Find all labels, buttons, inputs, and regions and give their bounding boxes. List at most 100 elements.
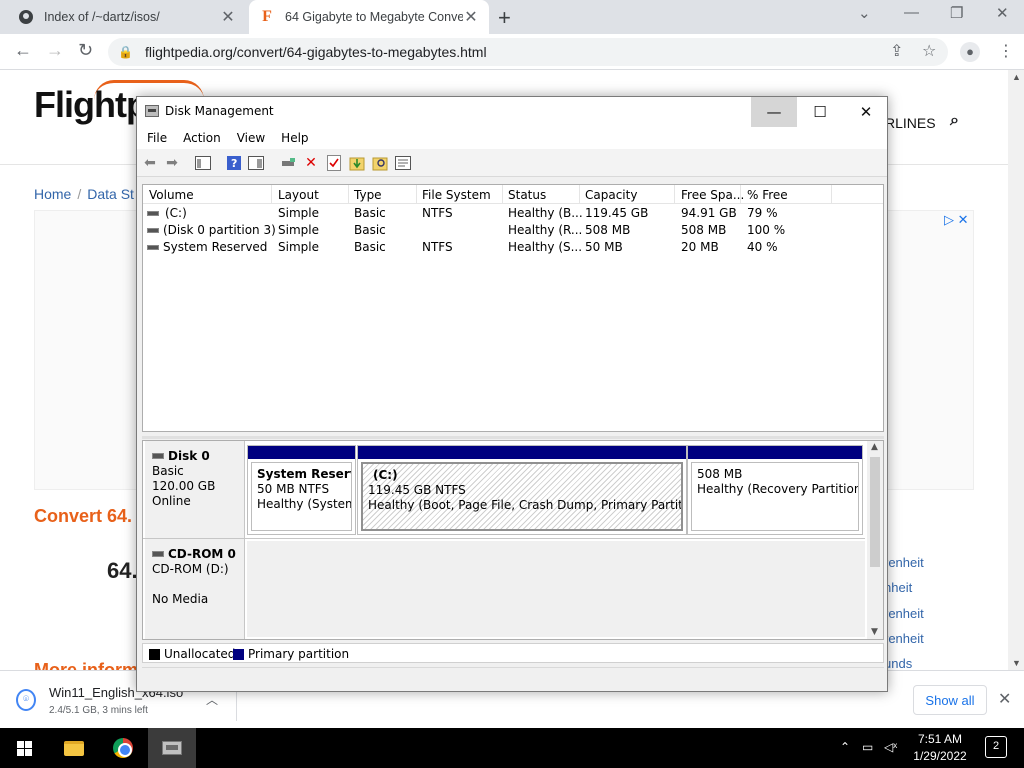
col-file-system[interactable]: File System [422, 188, 491, 202]
new-tab-icon[interactable]: + [498, 5, 511, 31]
address-bar[interactable]: 🔒 flightpedia.org/convert/64-gigabytes-t… [108, 38, 948, 66]
tab-close-icon[interactable]: ✕ [463, 7, 479, 27]
related-link[interactable]: renheit [884, 550, 924, 575]
share-icon[interactable]: ⇪ [890, 41, 903, 61]
disk-management-window: Disk Management — ☐ ✕ File Action View H… [136, 96, 888, 692]
scroll-up-icon[interactable]: ▲ [1012, 72, 1021, 82]
breadcrumb-data-storage[interactable]: Data St [87, 186, 134, 202]
menu-action[interactable]: Action [183, 127, 221, 149]
checklist-icon[interactable] [325, 154, 343, 172]
volume-type: Basic [354, 223, 386, 237]
taskbar-file-explorer[interactable] [50, 728, 98, 768]
settings-panel-icon[interactable] [394, 154, 412, 172]
connect-drive-icon[interactable] [279, 154, 297, 172]
volume-row[interactable]: (Disk 0 partition 3) Simple Basic Health… [143, 222, 883, 239]
scroll-up-icon[interactable]: ▲ [871, 442, 878, 452]
status-bar [142, 667, 884, 687]
col-volume[interactable]: Volume [149, 188, 194, 202]
forward-arrow-icon[interactable]: ➡ [163, 154, 181, 172]
clock[interactable]: 7:51 AM 1/29/2022 [905, 731, 975, 765]
back-arrow-icon[interactable]: ⬅ [141, 154, 159, 172]
related-link[interactable]: nheit [884, 575, 924, 600]
volume-muted-icon[interactable]: ◁ˣ [884, 740, 897, 754]
close-window-icon[interactable]: ✕ [996, 4, 1009, 22]
forward-icon[interactable]: → [46, 40, 64, 61]
partition-bar [248, 446, 355, 459]
properties-view-icon[interactable] [247, 154, 265, 172]
scroll-thumb[interactable] [870, 457, 880, 567]
disk-management-icon [145, 105, 159, 117]
network-icon[interactable]: ▭ [862, 740, 873, 754]
maximize-button[interactable]: ☐ [797, 97, 843, 127]
bookmark-star-icon[interactable]: ☆ [922, 41, 936, 61]
related-link[interactable]: renheit [884, 601, 924, 626]
close-downloads-icon[interactable]: ✕ [998, 689, 1011, 709]
search-disk-icon[interactable] [371, 154, 389, 172]
col-percent-free[interactable]: % Free [747, 188, 788, 202]
adchoices-icon[interactable]: ▷ ✕ [944, 212, 969, 228]
graph-scrollbar[interactable]: ▲ ▼ [867, 441, 883, 639]
show-hide-tree-icon[interactable] [194, 154, 212, 172]
restore-icon[interactable]: ❐ [950, 4, 963, 22]
delete-icon[interactable]: ✕ [302, 154, 320, 172]
col-type[interactable]: Type [354, 188, 382, 202]
show-all-button[interactable]: Show all [913, 685, 987, 715]
volume-layout: Simple [278, 206, 319, 220]
volume-free: 508 MB [681, 223, 727, 237]
search-icon[interactable]: ⌕ [950, 112, 959, 130]
notifications-icon[interactable]: 2 [985, 736, 1007, 758]
breadcrumb-home[interactable]: Home [34, 186, 71, 202]
col-status[interactable]: Status [508, 188, 546, 202]
legend-unallocated: Unallocated [164, 647, 236, 661]
volume-row[interactable]: (C:) Simple Basic NTFS Healthy (B... 119… [143, 205, 883, 222]
col-layout[interactable]: Layout [278, 188, 319, 202]
close-button[interactable]: ✕ [843, 97, 889, 127]
taskbar-disk-management[interactable] [148, 728, 196, 768]
partition-name: (C:) [373, 468, 398, 482]
partition-c-drive[interactable]: (C:) 119.45 GB NTFS Healthy (Boot, Page … [357, 445, 687, 535]
window-title-bar[interactable]: Disk Management — ☐ ✕ [137, 97, 887, 127]
volume-capacity: 119.45 GB [585, 206, 649, 220]
tab-flightpedia[interactable]: F 64 Gigabyte to Megabyte Conve ✕ [249, 0, 489, 34]
drive-icon [147, 228, 159, 233]
nav-airlines[interactable]: RLINES [885, 115, 936, 131]
taskbar-chrome[interactable] [99, 728, 147, 768]
page-scrollbar[interactable]: ▲ ▼ [1008, 70, 1024, 670]
help-icon[interactable]: ? [225, 154, 243, 172]
menu-bar: File Action View Help [137, 127, 887, 149]
menu-view[interactable]: View [237, 127, 265, 149]
related-link[interactable]: renheit [884, 626, 924, 651]
volume-row[interactable]: System Reserved Simple Basic NTFS Health… [143, 239, 883, 256]
related-link[interactable]: unds [884, 651, 924, 670]
chevron-up-icon[interactable]: ︿ [206, 691, 218, 708]
legend: Unallocated Primary partition [142, 643, 884, 663]
import-icon[interactable] [348, 154, 366, 172]
tab-index-isos[interactable]: Index of /~dartz/isos/ ✕ [8, 0, 246, 34]
minimize-icon[interactable]: — [904, 4, 919, 21]
partition-recovery[interactable]: 508 MB Healthy (Recovery Partition) [687, 445, 863, 535]
back-icon[interactable]: ← [14, 40, 32, 61]
volume-name: System Reserved [163, 240, 268, 254]
partition-size: 50 MB NTFS [257, 482, 330, 496]
scroll-down-icon[interactable]: ▼ [1012, 658, 1021, 668]
disk-graphical-view: Disk 0 Basic 120.00 GB Online System Res… [142, 440, 884, 640]
col-free-space[interactable]: Free Spa... [681, 188, 744, 202]
disk-0-label[interactable]: Disk 0 Basic 120.00 GB Online [145, 441, 245, 538]
cdrom-0-label[interactable]: CD-ROM 0 CD-ROM (D:) No Media [145, 539, 245, 639]
cdrom-drive: CD-ROM (D:) [152, 562, 229, 576]
profile-icon[interactable]: ● [960, 42, 980, 62]
scroll-down-icon[interactable]: ▼ [871, 627, 878, 637]
minimize-button[interactable]: — [751, 97, 797, 127]
start-button[interactable] [0, 728, 48, 768]
partition-system-reserved[interactable]: System Reserved 50 MB NTFS Healthy (Syst… [247, 445, 356, 535]
reload-icon[interactable]: ↻ [78, 40, 93, 61]
partition-bar [358, 446, 686, 459]
tray-chevron-icon[interactable]: ⌃ [840, 740, 850, 754]
menu-kebab-icon[interactable]: ⋮ [998, 41, 1014, 61]
tab-search-icon[interactable]: ⌄ [858, 4, 871, 22]
pane-splitter[interactable] [142, 436, 884, 439]
col-capacity[interactable]: Capacity [585, 188, 637, 202]
tab-close-icon[interactable]: ✕ [220, 7, 236, 27]
menu-file[interactable]: File [147, 127, 167, 149]
menu-help[interactable]: Help [281, 127, 308, 149]
